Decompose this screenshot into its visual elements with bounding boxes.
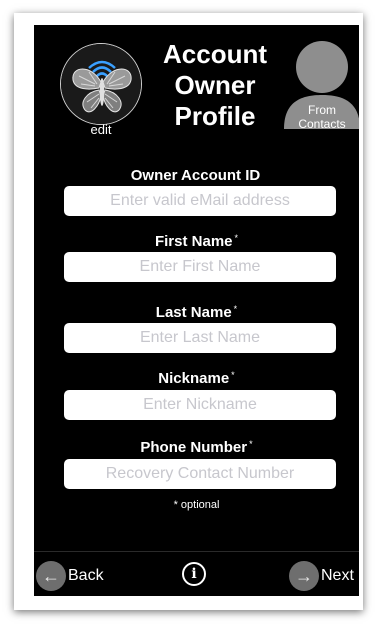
nickname-required-mark: * [231, 370, 235, 380]
owner-account-id-label-text: Owner Account ID [130, 167, 261, 184]
last-name-label: Last Name * [34, 304, 359, 321]
first-name-label-text: First Name [154, 233, 233, 250]
first-name-label: First Name * [34, 233, 359, 250]
phone-number-required-mark: * [249, 439, 253, 449]
first-name-input[interactable] [64, 252, 336, 282]
phone-number-label: Phone Number * [34, 439, 359, 456]
from-contacts-line-2: Contacts [298, 117, 346, 131]
bottom-bar-divider [34, 551, 359, 552]
last-name-input[interactable] [64, 323, 336, 353]
nickname-label: Nickname * [34, 370, 359, 387]
last-name-label-text: Last Name [155, 304, 232, 321]
from-contacts-label[interactable]: From Contacts [284, 103, 359, 131]
page-title: Account Owner Profile [150, 39, 280, 132]
app-screen: edit Account Owner Profile From Contacts… [34, 25, 359, 596]
page-title-line-1: Account [163, 39, 267, 69]
back-button[interactable]: ← Back [36, 560, 104, 592]
page-title-line-2: Owner [174, 70, 256, 100]
phone-number-input[interactable] [64, 459, 336, 489]
right-arrow-icon: → [289, 561, 319, 591]
next-button[interactable]: → Next [289, 560, 354, 592]
profile-avatar[interactable] [60, 43, 142, 125]
last-name-required-mark: * [233, 304, 238, 314]
owner-account-id-input[interactable] [64, 186, 336, 216]
info-icon[interactable]: i [182, 562, 206, 586]
nickname-label-text: Nickname [158, 370, 230, 387]
next-button-label: Next [321, 567, 354, 584]
first-name-required-mark: * [234, 233, 239, 243]
nickname-input[interactable] [64, 390, 336, 420]
owner-account-id-label: Owner Account ID [34, 167, 359, 184]
from-contacts-line-1: From [308, 103, 336, 117]
left-arrow-icon: ← [36, 561, 66, 591]
page-title-line-3: Profile [174, 101, 256, 131]
optional-note: * optional [173, 499, 220, 511]
back-button-label: Back [68, 567, 104, 584]
butterfly-icon [61, 44, 141, 124]
edit-avatar-label[interactable]: edit [60, 122, 142, 137]
info-glyph: i [191, 566, 197, 582]
phone-number-label-text: Phone Number [140, 439, 248, 456]
